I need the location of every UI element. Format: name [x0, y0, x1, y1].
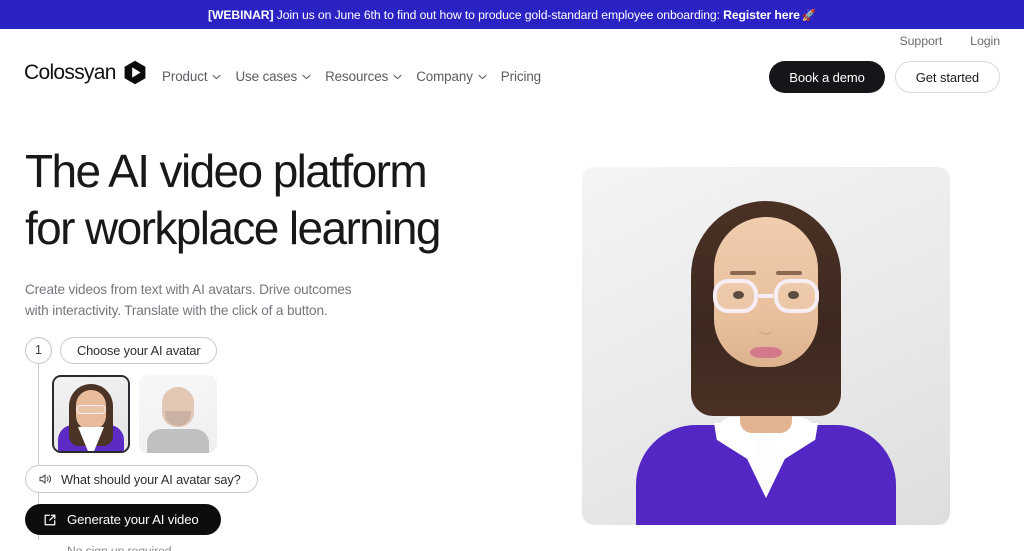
hero-content: The AI video platform for workplace lear…: [25, 143, 545, 321]
nav-item-use-cases[interactable]: Use cases: [235, 65, 325, 88]
step-one-row: 1 Choose your AI avatar: [25, 336, 355, 364]
site-header: Colossyan Product Use cases Resources Co…: [0, 29, 1024, 101]
avatar-option-male[interactable]: [139, 375, 217, 453]
avatar-option-female[interactable]: [52, 375, 130, 453]
utility-links: Support Login: [899, 34, 1000, 48]
avatar-options: [52, 375, 355, 453]
avatar-thumbnail-image: [54, 377, 128, 451]
generate-video-label: Generate your AI video: [67, 512, 199, 527]
header-cta-group: Book a demo Get started: [769, 61, 1000, 93]
avatar-lens-right: [774, 279, 819, 313]
generate-video-button[interactable]: Generate your AI video: [25, 504, 221, 535]
support-link[interactable]: Support: [899, 34, 942, 48]
nav-item-pricing[interactable]: Pricing: [501, 65, 555, 88]
avatar-eyebrow-right: [776, 271, 802, 275]
chevron-down-icon: [393, 73, 402, 80]
speaker-icon: [39, 473, 52, 485]
announcement-message: Join us on June 6th to find out how to p…: [273, 7, 724, 22]
hero-subtitle-line-1: Create videos from text with AI avatars.…: [25, 282, 352, 297]
avatar-eyebrow-left: [730, 271, 756, 275]
avatar-glasses: [713, 279, 819, 313]
book-a-demo-button[interactable]: Book a demo: [769, 61, 885, 93]
chevron-down-icon: [302, 73, 311, 80]
main-nav: Product Use cases Resources Company Pric…: [162, 65, 555, 88]
announcement-tag: [WEBINAR]: [207, 7, 274, 22]
avatar-demo-widget: 1 Choose your AI avatar What should your…: [25, 336, 355, 551]
avatar-nose: [758, 319, 774, 335]
logo[interactable]: Colossyan: [24, 60, 147, 85]
announcement-text: [WEBINAR] Join us on June 6th to find ou…: [208, 8, 816, 22]
hero-title-line-1: The AI video platform: [25, 145, 428, 197]
nav-item-label: Company: [416, 69, 473, 84]
logo-text: Colossyan: [24, 60, 116, 84]
nav-item-label: Use cases: [235, 69, 298, 84]
page-title: The AI video platform for workplace lear…: [25, 143, 545, 257]
hero-title-line-2: for workplace learning: [25, 202, 441, 254]
announcement-banner[interactable]: [WEBINAR] Join us on June 6th to find ou…: [0, 0, 1024, 29]
hero-avatar-image: [582, 167, 950, 525]
nav-item-company[interactable]: Company: [416, 65, 501, 88]
nav-item-label: Pricing: [500, 69, 542, 84]
avatar-thumbnail-image: [139, 375, 217, 453]
chevron-down-icon: [478, 73, 487, 80]
chevron-down-icon: [212, 73, 222, 80]
external-link-icon: [43, 513, 57, 527]
hero-subtitle-line-2: with interactivity. Translate with the c…: [25, 303, 328, 318]
avatar-glasses-bridge: [758, 294, 774, 298]
avatar-lens-left: [713, 279, 758, 313]
nav-item-label: Product: [162, 69, 208, 84]
nav-item-product[interactable]: Product: [162, 65, 235, 88]
no-signup-note: No sign up required: [67, 544, 172, 551]
register-here-link[interactable]: Register here: [723, 8, 800, 22]
hexagon-play-icon: [123, 60, 147, 85]
nav-item-resources[interactable]: Resources: [325, 65, 416, 88]
login-link[interactable]: Login: [970, 34, 1000, 48]
choose-avatar-pill[interactable]: Choose your AI avatar: [60, 336, 218, 364]
nav-item-label: Resources: [325, 69, 389, 84]
avatar-lips: [750, 347, 782, 358]
step-number-badge: 1: [25, 336, 52, 364]
get-started-button[interactable]: Get started: [894, 61, 1000, 93]
page-root: [WEBINAR] Join us on June 6th to find ou…: [0, 0, 1024, 551]
rocket-icon: 🚀: [801, 9, 817, 22]
avatar-script-input[interactable]: What should your AI avatar say?: [25, 465, 258, 493]
hero-subtitle: Create videos from text with AI avatars.…: [25, 279, 355, 321]
avatar-script-placeholder: What should your AI avatar say?: [61, 471, 241, 487]
